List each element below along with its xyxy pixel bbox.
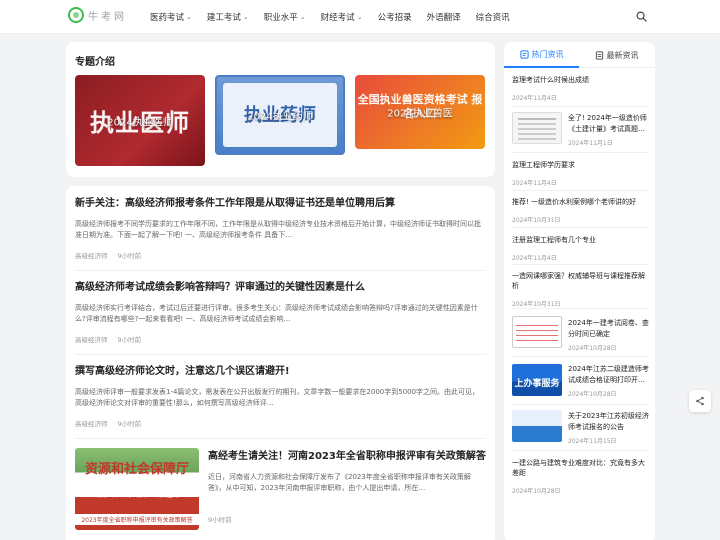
sidebar-news-item[interactable]: 监理考试什么时候出成绩 2024年11月4日 [512,75,648,102]
article-title[interactable]: 高级经济师考试成绩会影响答辩吗？评审通过的关键性因素是什么 [75,281,486,295]
divider [75,438,486,439]
divider [75,270,486,271]
logo-text: 牛考网 [88,11,127,23]
sidebar-news-item[interactable]: 一造网课哪家强？权威辅导班与课程推荐解析 2024年10月31日 [512,271,648,308]
tab-hot-news[interactable]: 热门资讯 [504,42,579,68]
article-author[interactable]: 高级经济师 [75,252,108,260]
article-author[interactable]: 高级经济师 [75,336,108,344]
document-icon [595,50,603,60]
share-button[interactable] [689,390,711,412]
list-item: 高经考生请关注！河南2023年全省职称申报评审有关政策解答 近日，河南省人力资源… [208,450,486,524]
divider [75,354,486,355]
article-time: 9小时前 [117,420,142,428]
fire-icon [519,49,529,59]
sidebar-news-item[interactable]: 2024年一建考试阅卷、查分时间已确定 2024年10月28日 [568,318,650,352]
article-meta: 高级经济师 9小时前 [75,334,486,344]
chevron-down-icon: ⌄ [186,13,192,21]
topic-card-label: 2024执业药师 [247,111,313,123]
nav-item-medical[interactable]: 医药考试 ⌄ [150,11,192,23]
nav-item-language[interactable]: 外语翻译 [427,11,461,23]
nav-item-civil-service[interactable]: 公考招录 [378,11,412,23]
topic-card-label: 2024执业医师 [107,117,173,128]
sidebar-news-item[interactable]: 全了! 2024年一级造价师《土建计量》考试真题… 2024年11月1日 [568,113,650,147]
article-summary: 高级经济师实行考评结合，考试过后还要进行评审。很多考生关心：高级经济师考试成绩会… [75,304,478,323]
article-meta: 高级经济师 9小时前 [75,418,486,428]
topic-card-label: 2024执业兽医 [387,108,453,120]
article-meta: 高级经济师 9小时前 [75,250,486,260]
topic-card-veterinarian[interactable]: 全国执业兽医资格考试 报名入口 2024执业兽医 [355,75,485,149]
article-time: 9小时前 [117,252,142,260]
site-logo[interactable]: 牛考网 [68,7,127,23]
nav-item-profession[interactable]: 职业水平 ⌄ [264,11,306,23]
sidebar-tabs: 热门资讯 最新资讯 [504,42,655,68]
share-icon [696,396,704,406]
article-author[interactable]: 高级经济师 [75,420,108,428]
sidebar-news-item[interactable]: 关于2023年江苏初级经济师考试报名的公告 2024年11月15日 [568,411,650,445]
chevron-down-icon: ⌄ [356,13,363,21]
article-time: 9小时前 [117,336,142,344]
topic-card-pharmacist[interactable]: 执业药师 2024执业药师 [215,75,345,155]
sidebar-news-item[interactable]: 2024年江苏二级建造师考试成绩合格证明打印开… 2024年10月28日 [568,364,650,398]
list-item: 高级经济师考试成绩会影响答辩吗？评审通过的关键性因素是什么 高级经济师实行考评结… [75,281,486,344]
sidebar-news-item[interactable]: 注册监理工程师有几个专业 2024年11月4日 [512,235,648,262]
nav-item-finance[interactable]: 财经考试 ⌄ [321,11,363,23]
news-thumbnail[interactable] [512,410,562,442]
article-list: 新手关注：高级经济师报考条件工作年限是从取得证书还是单位聘用后算 高级经济师报考… [66,186,495,540]
article-summary: 高级经济师评审一般要求发表1-4篇论文，需发表在公开出版发行的期刊，文章字数一般… [75,388,480,407]
topics-title: 专题介绍 [75,57,115,68]
article-thumbnail[interactable]: 资源和社会保障厅 政务公开 网上办事 政民互动 2023年度全省职称申报评审有关… [75,448,199,530]
article-title[interactable]: 撰写高级经济师论文时，注意这几个误区请避开! [75,365,486,379]
news-thumbnail[interactable] [512,112,562,144]
article-time: 9小时前 [208,516,232,524]
site-header: 牛考网 医药考试 ⌄ 建工考试 ⌄ 职业水平 ⌄ 财经考试 ⌄ 公考招录 外语翻译 综合… [0,0,720,34]
search-icon[interactable] [636,11,647,22]
logo-icon [68,7,84,23]
article-summary: 高级经济师报考不同学历要求的工作年限不同，工作年限是从取得中级经济专业技术资格后… [75,220,481,239]
article-meta: 9小时前 [208,514,486,524]
main-nav: 医药考试 ⌄ 建工考试 ⌄ 职业水平 ⌄ 财经考试 ⌄ 公考招录 外语翻译 综合资讯 [150,0,525,34]
nav-item-news[interactable]: 综合资讯 [476,11,510,23]
news-thumbnail[interactable]: 上办事服务 [512,364,562,396]
news-sidebar: 热门资讯 最新资讯 监理考试什么时候出成绩 2024年11月4日 全了! 202… [504,42,655,540]
sidebar-news-item[interactable]: 监理工程师学历要求 2024年11月4日 [512,160,648,187]
list-item: 新手关注：高级经济师报考条件工作年限是从取得证书还是单位聘用后算 高级经济师报考… [75,197,486,260]
chevron-down-icon: ⌄ [242,13,249,21]
chevron-down-icon: ⌄ [299,13,306,21]
news-thumbnail[interactable] [512,316,562,348]
topics-panel: 专题介绍 执业医师 2024执业医师 执业药师 2024执业药师 全国执业兽医资… [66,42,495,177]
tab-latest-news[interactable]: 最新资讯 [579,42,654,68]
topic-card-doctor[interactable]: 执业医师 2024执业医师 [75,75,205,166]
sidebar-news-item[interactable]: 一建公路与建筑专业难度对比：究竟有多大差距 2024年10月28日 [512,458,648,495]
sidebar-news-item[interactable]: 推荐! 一级造价水利案例哪个老师讲的好 2024年10月31日 [512,197,648,224]
article-summary: 近日，河南省人力资源和社会保障厅发布了《2023年度全省职称申报评审有关政策解答… [208,473,471,492]
list-item: 撰写高级经济师论文时，注意这几个误区请避开! 高级经济师评审一般要求发表1-4篇… [75,365,486,428]
article-title[interactable]: 新手关注：高级经济师报考条件工作年限是从取得证书还是单位聘用后算 [75,197,486,211]
article-title[interactable]: 高经考生请关注！河南2023年全省职称申报评审有关政策解答 [208,450,486,464]
nav-item-construction[interactable]: 建工考试 ⌄ [207,11,249,23]
